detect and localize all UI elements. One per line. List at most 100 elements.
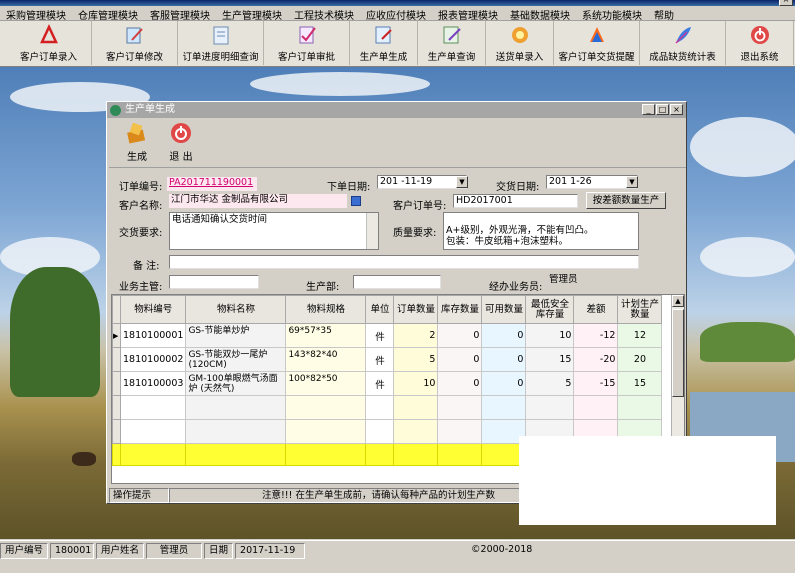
toolbar-button-8[interactable]: 成品缺货统计表 [640, 21, 726, 65]
cell-plan[interactable]: 20 [617, 347, 663, 372]
column-header[interactable]: 计划生产数量 [617, 295, 663, 324]
cell-stock[interactable]: 0 [437, 371, 483, 396]
cell-diff[interactable]: -15 [573, 371, 619, 396]
cell-avail[interactable]: 0 [481, 371, 527, 396]
customer-label: 客户名称: [119, 201, 163, 212]
scroll-thumb[interactable] [672, 309, 684, 397]
supervisor-label: 业务主管: [119, 282, 163, 293]
cell-name[interactable]: GS-节能单炒炉 [185, 323, 287, 348]
menu-item-1[interactable]: 仓库管理模块 [78, 6, 144, 22]
exit-button[interactable]: 退 出 [159, 120, 203, 167]
cell-name[interactable]: GS-节能双炒一尾炉 (120CM) [185, 347, 287, 372]
cell-diff[interactable]: -20 [573, 347, 619, 372]
cell-plan[interactable]: 12 [617, 323, 663, 348]
menu-item-4[interactable]: 工程技术模块 [294, 6, 360, 22]
supervisor-field[interactable] [169, 275, 259, 289]
quality-req-field[interactable]: A+级别，外观光滑，不能有凹凸。 包装：牛皮纸箱+泡沫塑料。 [443, 212, 639, 250]
cell-safe[interactable]: 5 [525, 371, 575, 396]
cell-order[interactable]: 5 [393, 347, 439, 372]
toolbar-button-1[interactable]: 客户订单修改 [92, 21, 178, 65]
cell-avail[interactable]: 0 [481, 347, 527, 372]
cell-stock[interactable]: 0 [437, 347, 483, 372]
handler-field[interactable]: 管理员 [547, 274, 637, 288]
menu-item-5[interactable]: 应收应付模块 [366, 6, 432, 22]
column-header[interactable]: 库存数量 [437, 295, 483, 324]
toolbar-button-6[interactable]: 送货单录入 [486, 21, 554, 65]
table-row[interactable]: ▶ 1810100001 GS-节能单炒炉 69*57*35 件 2 0 0 10 -12 12 [112, 323, 663, 348]
column-header[interactable]: 物料名称 [185, 295, 287, 324]
table-row[interactable]: 1810100002 GS-节能双炒一尾炉 (120CM) 143*82*40 件 5 0… [112, 347, 663, 372]
cell-avail[interactable]: 0 [481, 323, 527, 348]
cell-safe[interactable]: 10 [525, 323, 575, 348]
chevron-down-icon[interactable]: ▼ [626, 176, 638, 188]
minimize-icon[interactable]: _ [642, 104, 655, 115]
cell-unit[interactable]: 件 [365, 347, 395, 372]
column-header[interactable]: 单位 [365, 295, 395, 324]
column-header[interactable]: 订单数量 [393, 295, 439, 324]
toolbar-button-0[interactable]: 客户订单录入 [6, 21, 92, 65]
query-icon [441, 24, 463, 46]
generate-button[interactable]: 生成 [115, 120, 159, 167]
cell-order[interactable]: 2 [393, 323, 439, 348]
cell-spec[interactable]: 69*57*35 [285, 323, 367, 348]
date-value: 2017-11-19 [235, 543, 306, 559]
user-name-label: 用户姓名 [96, 543, 145, 559]
menu-item-0[interactable]: 采购管理模块 [6, 6, 72, 22]
cell-name[interactable]: GM-100单眼燃气汤面炉 (天然气) [185, 371, 287, 396]
produce-by-difference-button[interactable]: 按差额数量生产 [586, 192, 666, 209]
menu-item-8[interactable]: 系统功能模块 [582, 6, 648, 22]
cell-spec[interactable]: 143*82*40 [285, 347, 367, 372]
menu-item-3[interactable]: 生产管理模块 [222, 6, 288, 22]
delivery-req-label: 交货要求: [119, 228, 163, 239]
toolbar-button-3[interactable]: 客户订单审批 [264, 21, 350, 65]
row-selector[interactable] [112, 371, 121, 396]
maximize-icon[interactable]: □ [656, 104, 669, 115]
customer-field[interactable]: 江门市华达 金制品有限公司 [169, 194, 347, 208]
cell-diff[interactable]: -12 [573, 323, 619, 348]
cell-plan[interactable]: 15 [617, 371, 663, 396]
toolbar-label: 客户订单修改 [105, 52, 163, 63]
menu-item-2[interactable]: 客服管理模块 [150, 6, 216, 22]
toolbar-button-7[interactable]: 客户订单交货提醒 [554, 21, 640, 65]
delivery-req-field[interactable]: 电话通知确认交货时间 [169, 212, 379, 250]
cell-safe[interactable]: 15 [525, 347, 575, 372]
row-selector[interactable] [112, 347, 121, 372]
column-header[interactable]: 最低安全库存量 [525, 295, 575, 324]
dept-field[interactable] [353, 275, 441, 289]
column-header[interactable]: 物料编号 [119, 295, 187, 324]
menu-item-7[interactable]: 基础数据模块 [510, 6, 576, 22]
cell-order[interactable]: 10 [393, 371, 439, 396]
order-no-field[interactable]: PA20171119​0001 [167, 177, 257, 191]
column-header[interactable]: 可用数量 [481, 295, 527, 324]
scroll-up-icon[interactable]: ▲ [672, 295, 684, 307]
table-row[interactable]: 1810100003 GM-100单眼燃气汤面炉 (天然气) 100*82*50 件 1… [112, 371, 663, 396]
remark-field[interactable] [169, 255, 639, 269]
date-label: 日期 [204, 543, 234, 559]
cell-code[interactable]: 1810100002 [119, 347, 187, 372]
scrollbar[interactable] [366, 213, 378, 249]
toolbar-button-4[interactable]: 生产单生成 [350, 21, 418, 65]
edit-doc-icon [124, 24, 146, 46]
order-date-field[interactable]: 201 -11-19 [377, 175, 467, 189]
column-header[interactable]: 物料规格 [285, 295, 367, 324]
close-icon[interactable]: × [670, 104, 683, 115]
toolbar-button-2[interactable]: 订单进度明细查询 [178, 21, 264, 65]
toolbar-button-9[interactable]: 退出系统 [726, 21, 794, 65]
cell-code[interactable]: 1810100001 [119, 323, 187, 348]
cell-unit[interactable]: 件 [365, 323, 395, 348]
toolbar-button-5[interactable]: 生产单查询 [418, 21, 486, 65]
column-header[interactable]: 差额 [573, 295, 619, 324]
lookup-icon[interactable] [351, 196, 361, 206]
cell-unit[interactable]: 件 [365, 371, 395, 396]
document-icon [210, 24, 232, 46]
main-toolbar: 客户订单录入 客户订单修改 订单进度明细查询 客户订单审批 生产单生成 生产单查询 送货单录… [0, 21, 795, 67]
delivery-date-field[interactable]: 201 1-26 [546, 175, 638, 189]
cell-stock[interactable]: 0 [437, 323, 483, 348]
cell-spec[interactable]: 100*82*50 [285, 371, 367, 396]
chevron-down-icon[interactable]: ▼ [456, 176, 468, 188]
cell-code[interactable]: 1810100003 [119, 371, 187, 396]
row-selector[interactable]: ▶ [112, 323, 121, 348]
menu-item-9[interactable]: 帮助 [654, 6, 680, 22]
menu-item-6[interactable]: 报表管理模块 [438, 6, 504, 22]
customer-order-field[interactable]: HD2017001 [453, 194, 578, 208]
